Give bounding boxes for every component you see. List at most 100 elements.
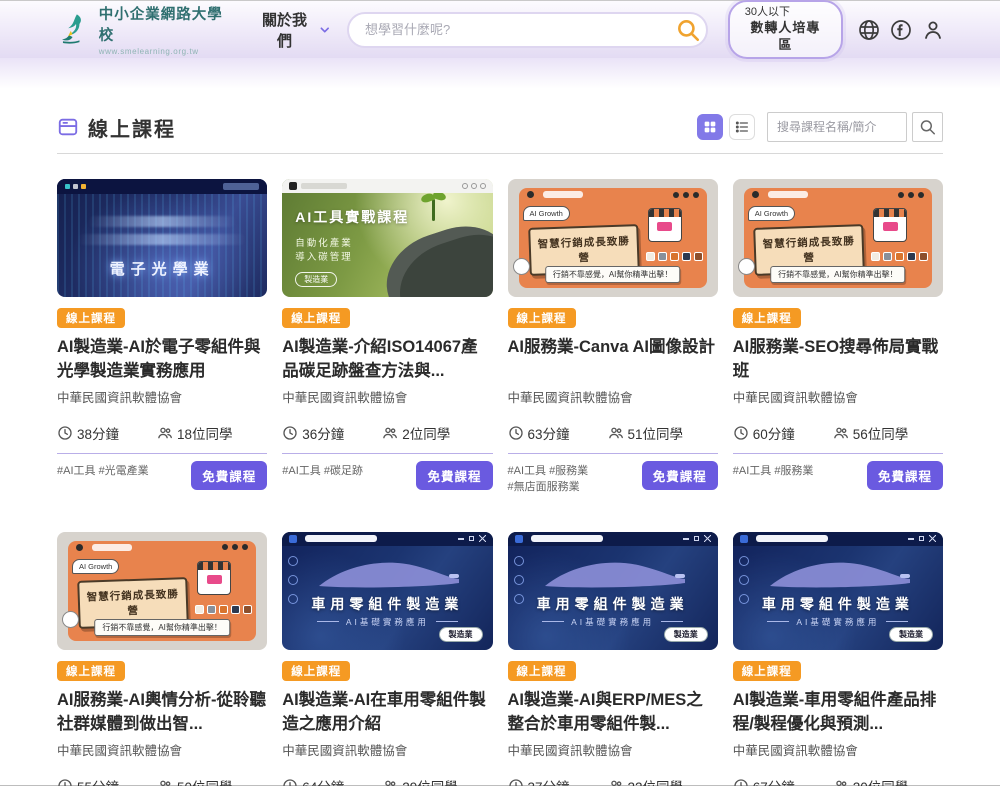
free-course-button[interactable]: 免費課程 xyxy=(642,461,718,490)
thumbnail-subtitle: 導入碳管理 xyxy=(295,249,353,263)
course-thumbnail[interactable]: AI工具實戰課程 自動化產業 導入碳管理 製造業 xyxy=(282,179,492,297)
tags-line: #無店面服務業 xyxy=(508,480,589,496)
list-view-icon xyxy=(734,119,750,135)
students-value: 50位同學 xyxy=(177,776,233,786)
courses-panel-icon xyxy=(57,116,79,138)
users-icon xyxy=(382,425,398,441)
course-title[interactable]: AI製造業-AI與ERP/MES之整合於車用零組件製... xyxy=(508,688,718,736)
ai-growth-bubble: AI Growth xyxy=(523,206,570,221)
students-value: 56位同學 xyxy=(853,423,909,443)
course-title[interactable]: AI製造業-介紹ISO14067產品碳足跡盤查方法與... xyxy=(282,335,492,383)
thumbnail-title: 電子光學業 xyxy=(57,258,267,279)
course-title[interactable]: AI服務業-AI輿情分析-從聆聽社群媒體到做出智... xyxy=(57,688,267,736)
thumbnail-window-bar xyxy=(733,532,943,546)
course-type-badge: 線上課程 xyxy=(57,661,125,681)
color-swatches xyxy=(871,252,928,261)
free-course-button[interactable]: 免費課程 xyxy=(867,461,943,490)
clock-icon xyxy=(733,778,749,786)
clock-icon xyxy=(508,778,524,786)
course-meta: 63分鐘 51位同學 xyxy=(508,423,718,443)
clock-icon xyxy=(282,425,298,441)
course-provider: 中華民國資訊軟體協會 xyxy=(733,387,943,406)
course-duration: 63分鐘 xyxy=(508,423,608,443)
free-course-button[interactable]: 免費課程 xyxy=(416,461,492,490)
section-divider xyxy=(57,153,943,154)
grid-view-button[interactable] xyxy=(697,114,723,140)
clock-icon xyxy=(57,778,73,786)
course-thumbnail[interactable]: 車用零組件製造業 AI基礎實務應用 製造業 xyxy=(282,532,492,650)
course-card[interactable]: 車用零組件製造業 AI基礎實務應用 製造業 線上課程 AI製造業-AI與ERP/… xyxy=(508,532,718,786)
course-students: 20位同學 xyxy=(833,776,909,786)
course-search-input[interactable] xyxy=(767,112,907,142)
user-account-button[interactable] xyxy=(921,18,945,42)
thumbnail-window-bar xyxy=(508,532,718,546)
course-card[interactable]: AI工具實戰課程 自動化產業 導入碳管理 製造業 線上課程 AI製造業-介紹IS… xyxy=(282,179,492,496)
course-card[interactable]: 車用零組件製造業 AI基礎實務應用 製造業 線上課程 AI製造業-車用零組件產品… xyxy=(733,532,943,786)
course-title[interactable]: AI服務業-Canva AI圖像設計 xyxy=(508,335,718,383)
course-title[interactable]: AI服務業-SEO搜尋佈局實戰班 xyxy=(733,335,943,383)
color-swatches xyxy=(646,252,703,261)
students-value: 20位同學 xyxy=(853,776,909,786)
course-title[interactable]: AI製造業-AI於電子零組件與光學製造業實務應用 xyxy=(57,335,267,383)
list-view-button[interactable] xyxy=(729,114,755,140)
users-icon xyxy=(608,778,624,786)
page-title: 線上課程 xyxy=(88,113,176,142)
header-search[interactable] xyxy=(347,12,708,48)
course-search-button[interactable] xyxy=(912,112,943,142)
storefront-graphic xyxy=(648,208,682,242)
course-duration: 36分鐘 xyxy=(282,423,382,443)
course-duration: 55分鐘 xyxy=(57,776,157,786)
site-logo[interactable]: 中小企業網路大學校 www.smelearning.org.tw xyxy=(56,3,234,56)
students-value: 2位同學 xyxy=(402,423,450,443)
thumbnail-browser-bar xyxy=(68,541,256,554)
course-card[interactable]: 電子光學業 線上課程 AI製造業-AI於電子零組件與光學製造業實務應用 中華民國… xyxy=(57,179,267,496)
maximize-icon xyxy=(469,536,474,541)
clock-icon xyxy=(508,425,524,441)
course-provider: 中華民國資訊軟體協會 xyxy=(508,387,718,406)
bag-graphic xyxy=(738,258,755,275)
course-thumbnail[interactable]: 車用零組件製造業 AI基礎實務應用 製造業 xyxy=(733,532,943,650)
card-divider xyxy=(508,453,718,454)
facebook-button[interactable] xyxy=(889,18,913,42)
users-icon xyxy=(382,778,398,786)
course-duration: 38分鐘 xyxy=(57,423,157,443)
course-thumbnail[interactable]: AI Growth 智慧行銷成長致勝營 行銷不靠感覺，AI幫你精準出擊！ xyxy=(733,179,943,297)
thumbnail-glow-line xyxy=(88,216,236,227)
users-icon xyxy=(833,425,849,441)
logo-url: www.smelearning.org.tw xyxy=(99,47,234,56)
course-title[interactable]: AI製造業-AI在車用零組件製造之應用介紹 xyxy=(282,688,492,736)
site-header: 中小企業網路大學校 www.smelearning.org.tw 關於我們 30… xyxy=(0,1,1000,58)
thumbnail-tagline: 行銷不靠感覺，AI幫你精準出擊！ xyxy=(770,266,906,283)
language-globe-button[interactable] xyxy=(857,18,881,42)
course-type-badge: 線上課程 xyxy=(733,308,801,328)
course-card[interactable]: AI Growth 智慧行銷成長致勝營 行銷不靠感覺，AI幫你精準出擊！ 線上課… xyxy=(57,532,267,786)
course-thumbnail[interactable]: AI Growth 智慧行銷成長致勝營 行銷不靠感覺，AI幫你精準出擊！ xyxy=(508,179,718,297)
nav-about-menu[interactable]: 關於我們 xyxy=(256,9,331,51)
storefront-graphic xyxy=(197,561,231,595)
course-card[interactable]: 車用零組件製造業 AI基礎實務應用 製造業 線上課程 AI製造業-AI在車用零組… xyxy=(282,532,492,786)
course-students: 51位同學 xyxy=(608,423,684,443)
promo-button[interactable]: 30人以下 數轉人培專區 xyxy=(728,0,843,58)
course-type-badge: 線上課程 xyxy=(508,661,576,681)
course-thumbnail[interactable]: 車用零組件製造業 AI基礎實務應用 製造業 xyxy=(508,532,718,650)
course-title[interactable]: AI製造業-車用零組件產品排程/製程優化與預測... xyxy=(733,688,943,736)
clock-icon xyxy=(282,778,298,786)
course-meta: 37分鐘 22位同學 xyxy=(508,776,718,786)
maximize-icon xyxy=(694,536,699,541)
grid-view-icon xyxy=(702,119,718,135)
header-search-button[interactable] xyxy=(675,17,701,43)
thumbnail-subtitle: 自動化產業 xyxy=(295,235,353,249)
bag-graphic xyxy=(513,258,530,275)
card-footer: #AI工具 #光電產業 免費課程 xyxy=(57,461,267,490)
course-card[interactable]: AI Growth 智慧行銷成長致勝營 行銷不靠感覺，AI幫你精準出擊！ 線上課… xyxy=(733,179,943,496)
card-footer: #AI工具 #碳足跡 免費課程 xyxy=(282,461,492,490)
header-search-input[interactable] xyxy=(365,22,675,37)
course-thumbnail[interactable]: AI Growth 智慧行銷成長致勝營 行銷不靠感覺，AI幫你精準出擊！ xyxy=(57,532,267,650)
bag-graphic xyxy=(62,611,79,628)
free-course-button[interactable]: 免費課程 xyxy=(191,461,267,490)
course-card[interactable]: AI Growth 智慧行銷成長致勝營 行銷不靠感覺，AI幫你精準出擊！ 線上課… xyxy=(508,179,718,496)
course-thumbnail[interactable]: 電子光學業 xyxy=(57,179,267,297)
car-silhouette-graphic xyxy=(537,556,689,592)
course-meta: 36分鐘 2位同學 xyxy=(282,423,492,443)
thumbnail-title: 車用零組件製造業 xyxy=(282,594,492,614)
